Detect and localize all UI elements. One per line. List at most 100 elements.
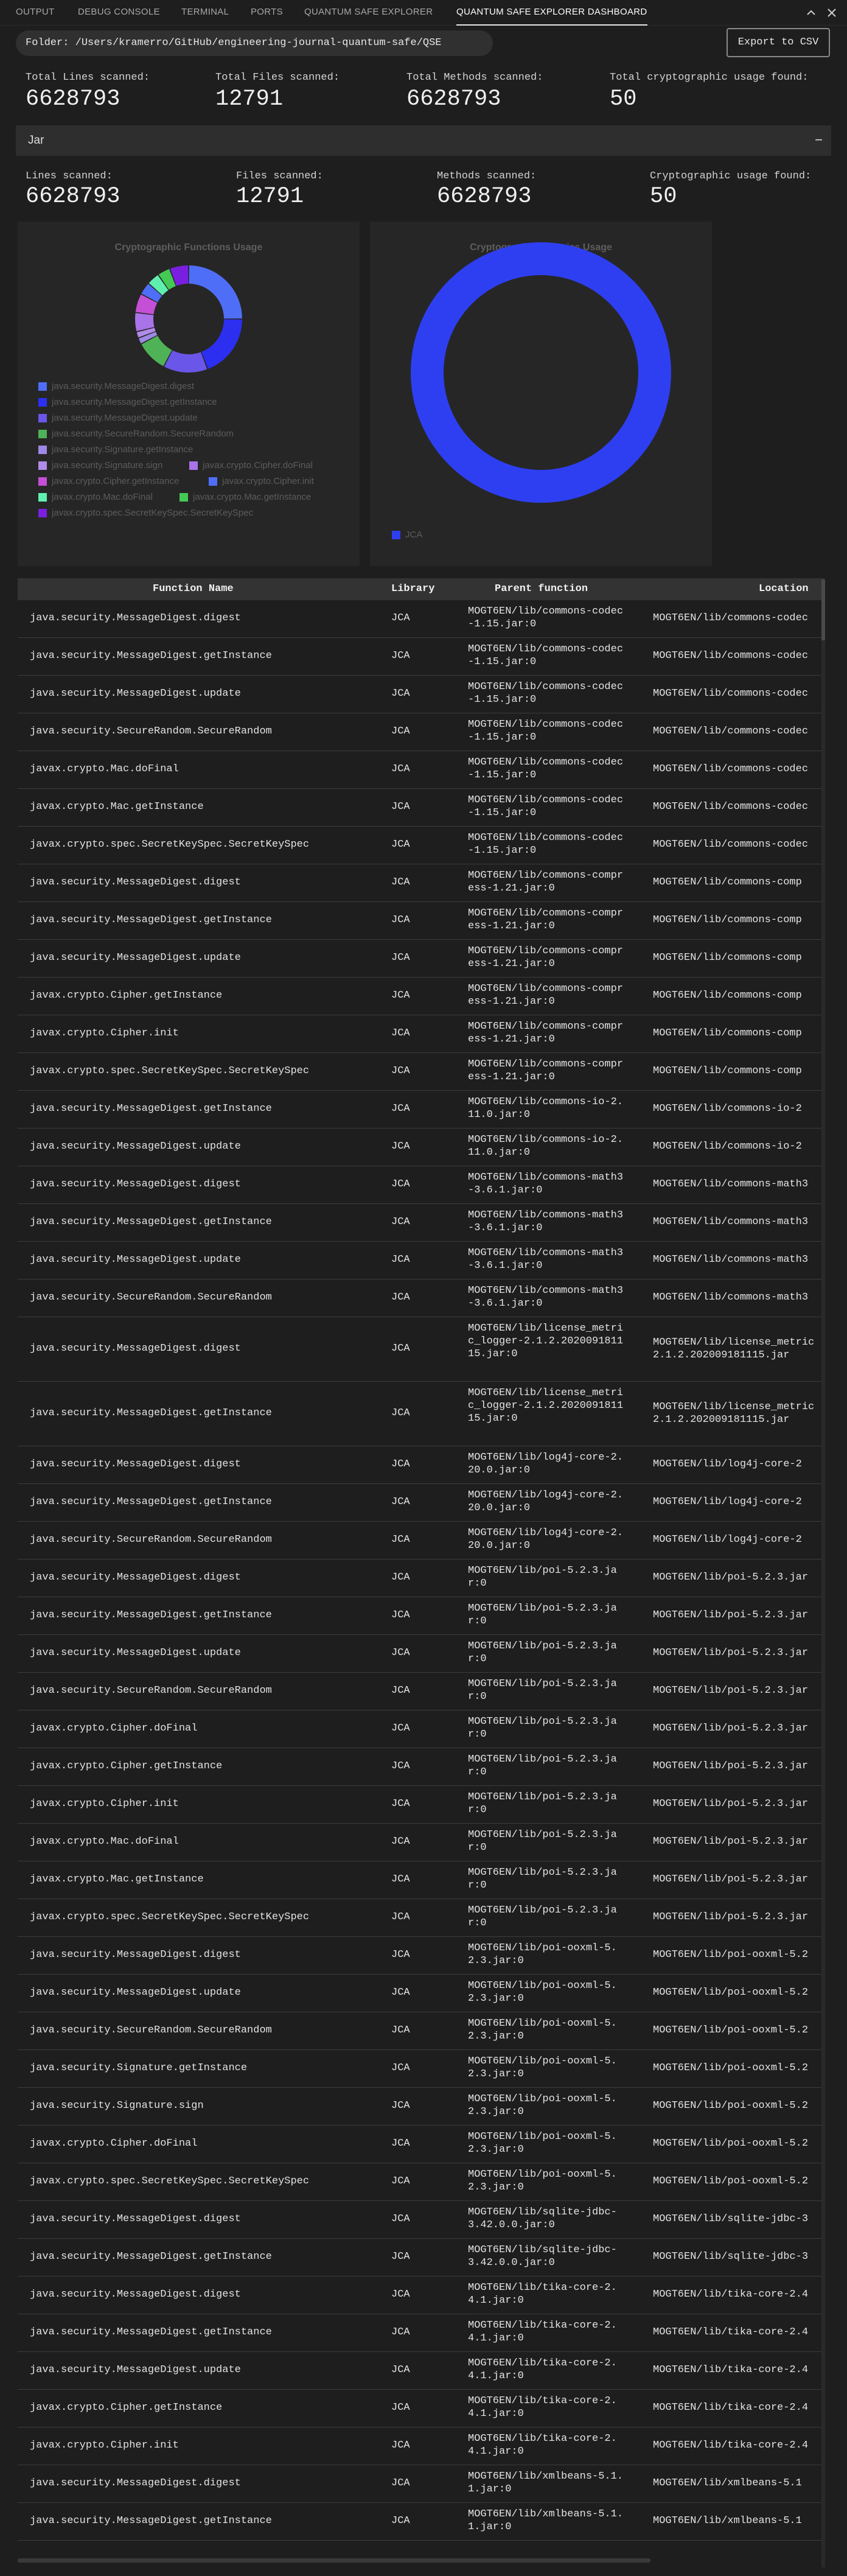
legend-item[interactable]: javax.crypto.Cipher.init (209, 476, 314, 486)
cell-parent-function: MOGT6EN/lib/commons-compress-1.21.jar:0 (468, 870, 624, 894)
collapse-toggle[interactable]: − (815, 125, 823, 155)
legend-item[interactable]: javax.crypto.Cipher.getInstance (38, 476, 179, 486)
column-header-function-name[interactable]: Function Name (153, 578, 234, 600)
donut-slice[interactable] (135, 313, 155, 332)
cell-parent-function: MOGT6EN/lib/tika-core-2.4.1.jar:0 (468, 2433, 617, 2457)
donut-slice[interactable] (201, 319, 242, 369)
cell-location: MOGT6EN/lib/log4j-core-2 (653, 1534, 802, 1545)
column-header-location[interactable]: Location (759, 578, 809, 600)
tab-ports[interactable]: PORTS (251, 0, 283, 26)
legend-item[interactable]: java.security.SecureRandom.SecureRandom (38, 429, 234, 439)
jar-section-header[interactable]: Jar − (16, 125, 831, 156)
chevron-up-icon[interactable] (804, 6, 818, 19)
table-row[interactable]: javax.crypto.Cipher.doFinal JCA MOGT6EN/li… (18, 2126, 824, 2163)
table-row[interactable]: java.security.Signature.sign JCA MOGT6EN/l… (18, 2088, 824, 2126)
table-row[interactable]: java.security.MessageDigest.digest JCA MOG… (18, 1446, 824, 1484)
table-row[interactable]: java.security.MessageDigest.update JCA MOG… (18, 1242, 824, 1279)
table-row[interactable]: java.security.MessageDigest.getInstance J… (18, 1091, 824, 1129)
table-row[interactable]: java.security.MessageDigest.update JCA MOG… (18, 1635, 824, 1673)
legend-item[interactable]: javax.crypto.Mac.getInstance (180, 492, 311, 502)
table-row[interactable]: javax.crypto.Mac.getInstance JCA MOGT6EN/l… (18, 789, 824, 827)
table-row[interactable]: java.security.MessageDigest.getInstance J… (18, 1484, 824, 1522)
donut-slice[interactable] (189, 265, 242, 319)
table-row[interactable]: java.security.MessageDigest.digest JCA MOG… (18, 1166, 824, 1204)
tab-quantum-safe-explorer[interactable]: QUANTUM SAFE EXPLORER (304, 0, 433, 26)
table-row[interactable]: java.security.MessageDigest.digest JCA MOG… (18, 2277, 824, 2314)
tab-output[interactable]: OUTPUT (16, 0, 54, 26)
table-row[interactable]: javax.crypto.Cipher.getInstance JCA MOGT6E… (18, 1748, 824, 1786)
legend-item[interactable]: javax.crypto.Cipher.doFinal (189, 460, 313, 471)
table-row[interactable]: javax.crypto.Cipher.getInstance JCA MOGT6E… (18, 2390, 824, 2427)
cell-function-name: java.security.MessageDigest.getInstance (30, 2515, 272, 2527)
cell-library: JCA (391, 1496, 410, 1508)
table-row[interactable]: java.security.MessageDigest.getInstance J… (18, 1382, 824, 1446)
table-row[interactable]: java.security.SecureRandom.SecureRandom J… (18, 1522, 824, 1559)
cell-function-name: java.security.MessageDigest.digest (30, 877, 241, 888)
horizontal-scrollbar[interactable] (18, 2558, 650, 2563)
legend-item[interactable]: javax.crypto.Mac.doFinal (38, 492, 153, 502)
table-row[interactable]: java.security.MessageDigest.getInstance J… (18, 2314, 824, 2352)
table-row[interactable]: javax.crypto.Mac.doFinal JCA MOGT6EN/lib/p… (18, 1824, 824, 1861)
vertical-scrollbar[interactable] (821, 579, 825, 2567)
table-row[interactable]: java.security.MessageDigest.digest JCA MOG… (18, 2465, 824, 2503)
table-row[interactable]: java.security.MessageDigest.update JCA MOG… (18, 2352, 824, 2390)
scrollbar-thumb[interactable] (821, 579, 825, 640)
table-row[interactable]: java.security.MessageDigest.digest JCA MOG… (18, 1937, 824, 1975)
table-row[interactable]: javax.crypto.Mac.getInstance JCA MOGT6EN/l… (18, 1861, 824, 1899)
table-row[interactable]: javax.crypto.spec.SecretKeySpec.SecretKe… (18, 1899, 824, 1937)
close-icon[interactable] (825, 6, 838, 19)
table-row[interactable]: javax.crypto.spec.SecretKeySpec.SecretKe… (18, 827, 824, 864)
legend-item[interactable]: java.security.MessageDigest.getInstance (38, 397, 217, 407)
table-row[interactable]: javax.crypto.Cipher.doFinal JCA MOGT6EN/li… (18, 1710, 824, 1748)
table-row[interactable]: java.security.MessageDigest.update JCA MOG… (18, 676, 824, 713)
legend-item[interactable]: javax.crypto.spec.SecretKeySpec.SecretKe… (38, 508, 253, 518)
legend-label: javax.crypto.Cipher.doFinal (203, 460, 313, 471)
export-csv-button[interactable]: Export to CSV (727, 28, 830, 57)
donut-slice[interactable] (164, 350, 207, 373)
table-row[interactable]: java.security.SecureRandom.SecureRandom J… (18, 1673, 824, 1710)
legend-item[interactable]: java.security.MessageDigest.digest (38, 381, 194, 391)
table-row[interactable]: java.security.MessageDigest.getInstance J… (18, 2503, 824, 2541)
table-row[interactable]: java.security.MessageDigest.digest JCA MOG… (18, 2201, 824, 2239)
table-row[interactable]: javax.crypto.Cipher.init JCA MOGT6EN/lib/c… (18, 1015, 824, 1053)
legend-swatch (38, 382, 47, 391)
table-row[interactable]: java.security.MessageDigest.getInstance J… (18, 638, 824, 676)
table-row[interactable]: javax.crypto.Cipher.init JCA MOGT6EN/lib/p… (18, 1786, 824, 1824)
cell-function-name: java.security.MessageDigest.getInstance (30, 1216, 272, 1228)
legend-item[interactable]: JCA (392, 530, 422, 540)
cell-library: JCA (391, 1534, 410, 1545)
cell-location: MOGT6EN/lib/poi-5.2.3.jar (653, 1798, 809, 1810)
tab-debug-console[interactable]: DEBUG CONSOLE (78, 0, 160, 26)
donut-slice[interactable] (411, 242, 671, 503)
legend-item[interactable]: java.security.MessageDigest.update (38, 413, 198, 423)
table-row[interactable]: javax.crypto.Cipher.init JCA MOGT6EN/lib/t… (18, 2427, 824, 2465)
table-row[interactable]: java.security.Signature.getInstance JCA MO… (18, 2050, 824, 2088)
tab-quantum-safe-explorer-dashboard[interactable]: QUANTUM SAFE EXPLORER DASHBOARD (456, 0, 647, 26)
table-row[interactable]: javax.crypto.Mac.doFinal JCA MOGT6EN/lib/c… (18, 751, 824, 789)
table-row[interactable]: java.security.MessageDigest.getInstance J… (18, 902, 824, 940)
legend-item[interactable]: java.security.Signature.getInstance (38, 444, 193, 455)
cell-function-name: java.security.MessageDigest.getInstance (30, 914, 272, 926)
cell-function-name: java.security.SecureRandom.SecureRandom (30, 726, 272, 737)
table-row[interactable]: javax.crypto.spec.SecretKeySpec.SecretKe… (18, 2163, 824, 2201)
table-row[interactable]: java.security.MessageDigest.update JCA MOG… (18, 1975, 824, 2012)
table-row[interactable]: java.security.MessageDigest.update JCA MOG… (18, 940, 824, 978)
legend-item[interactable]: java.security.Signature.sign (38, 460, 162, 471)
table-row[interactable]: java.security.SecureRandom.SecureRandom J… (18, 713, 824, 751)
table-row[interactable]: java.security.MessageDigest.digest JCA MOG… (18, 1317, 824, 1382)
table-row[interactable]: java.security.MessageDigest.getInstance J… (18, 1597, 824, 1635)
table-row[interactable]: java.security.MessageDigest.digest JCA MOG… (18, 600, 824, 638)
table-row[interactable]: java.security.SecureRandom.SecureRandom J… (18, 2012, 824, 2050)
table-row[interactable]: javax.crypto.spec.SecretKeySpec.SecretKe… (18, 1053, 824, 1091)
table-row[interactable]: java.security.MessageDigest.update JCA MOG… (18, 1129, 824, 1166)
cell-library: JCA (391, 1647, 410, 1659)
table-row[interactable]: java.security.MessageDigest.getInstance J… (18, 1204, 824, 1242)
table-row[interactable]: java.security.MessageDigest.getInstance J… (18, 2239, 824, 2277)
tab-terminal[interactable]: TERMINAL (181, 0, 229, 26)
table-row[interactable]: java.security.MessageDigest.digest JCA MOG… (18, 864, 824, 902)
column-header-parent-function[interactable]: Parent function (495, 578, 588, 600)
table-row[interactable]: javax.crypto.Cipher.getInstance JCA MOGT6E… (18, 978, 824, 1015)
table-row[interactable]: java.security.SecureRandom.SecureRandom J… (18, 1279, 824, 1317)
table-row[interactable]: java.security.MessageDigest.digest JCA MOG… (18, 1559, 824, 1597)
column-header-library[interactable]: Library (391, 578, 434, 600)
